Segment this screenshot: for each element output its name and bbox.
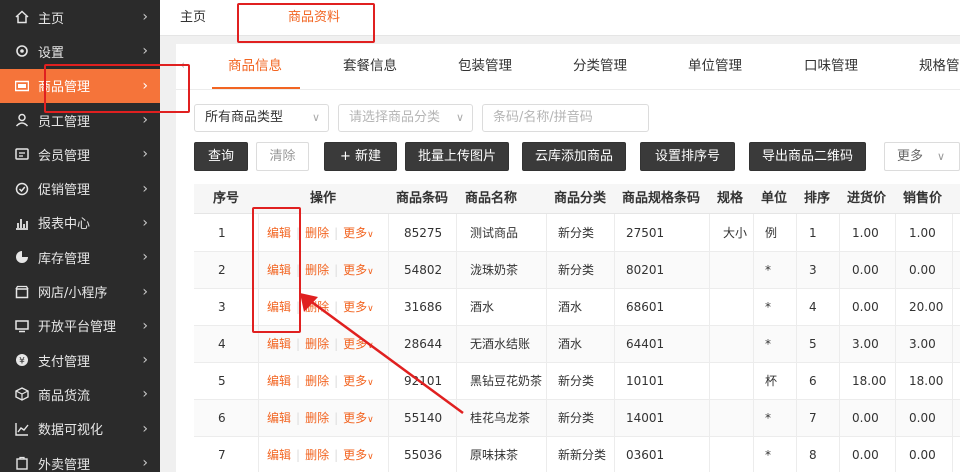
annotation-arrow bbox=[300, 293, 464, 415]
arrow-head bbox=[300, 293, 318, 312]
arrow-shaft bbox=[308, 298, 464, 415]
